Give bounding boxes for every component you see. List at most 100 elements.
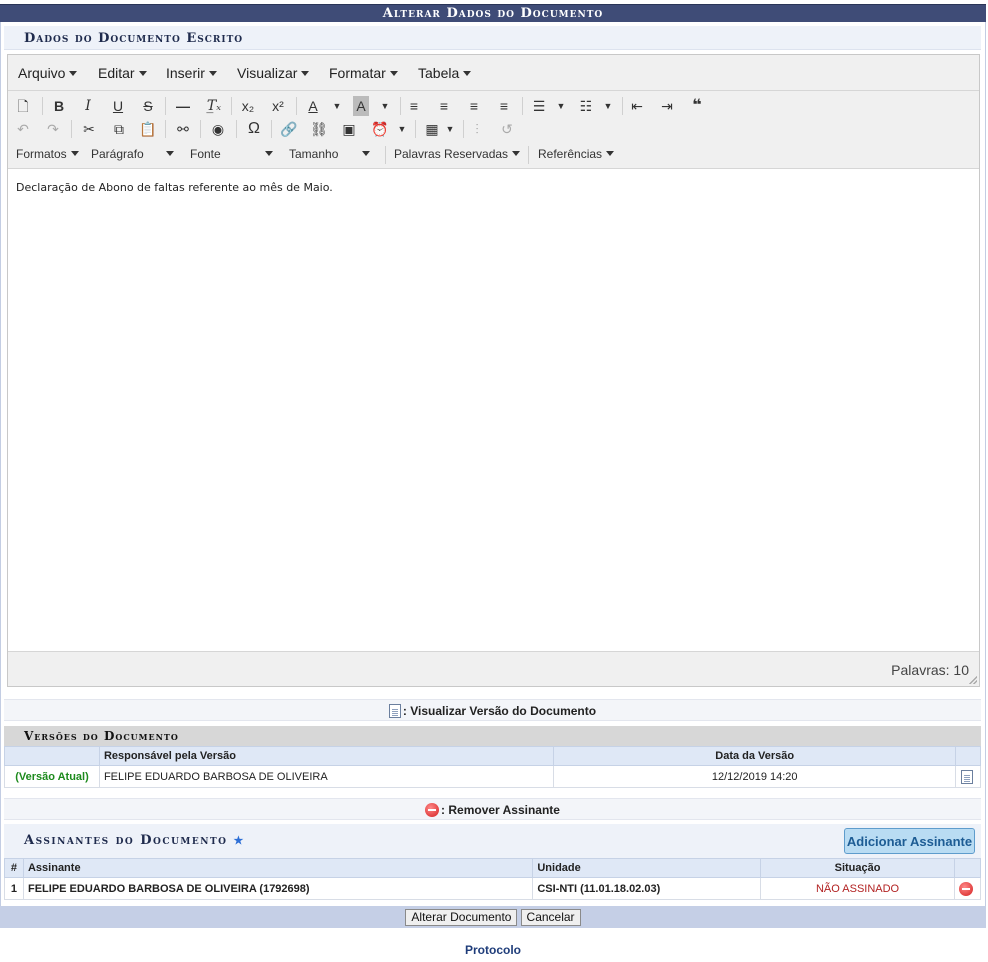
chevron-down-icon[interactable]: ▼ bbox=[439, 119, 461, 139]
rich-text-editor: Arquivo Editar Inserir Visualizar Format… bbox=[7, 54, 980, 687]
new-document-icon[interactable]: 🗋 bbox=[12, 96, 34, 116]
footer-link-protocolo[interactable]: Protocolo bbox=[0, 943, 986, 957]
numbered-list-icon[interactable]: ☷ bbox=[575, 96, 597, 116]
editor-menubar: Arquivo Editar Inserir Visualizar Format… bbox=[8, 55, 979, 91]
word-count: Palavras: 10 bbox=[891, 662, 969, 678]
chevron-down-icon bbox=[70, 151, 79, 156]
version-label: (Versão Atual) bbox=[4, 765, 100, 788]
column-header bbox=[954, 746, 982, 766]
remove-signer-button[interactable] bbox=[953, 877, 982, 900]
table-header-row: Responsável pela Versão Data da Versão bbox=[4, 746, 982, 766]
section-title: Versões do Documento bbox=[24, 729, 179, 743]
dropdown-label: Referências bbox=[538, 147, 603, 161]
toolbar-separator bbox=[622, 97, 623, 115]
find-icon[interactable]: ⚯ bbox=[172, 119, 194, 139]
chevron-down-icon[interactable]: ▼ bbox=[550, 96, 572, 116]
chevron-down-icon bbox=[389, 71, 398, 76]
background-color-icon[interactable]: A bbox=[353, 96, 369, 116]
section-header-versions: Versões do Documento bbox=[4, 726, 981, 746]
text-color-icon[interactable]: A bbox=[302, 96, 324, 116]
dropdown-label: Parágrafo bbox=[91, 147, 144, 161]
unlink-icon[interactable]: ⛓ bbox=[308, 119, 330, 139]
column-header: # bbox=[4, 858, 24, 878]
resize-handle-icon[interactable] bbox=[969, 676, 977, 684]
italic-icon[interactable]: I bbox=[77, 96, 99, 116]
paste-icon[interactable]: 📋 bbox=[137, 119, 159, 139]
view-version-button[interactable] bbox=[954, 765, 982, 788]
datetime-icon[interactable]: ⏰ bbox=[369, 119, 391, 139]
signer-status: NÃO ASSINADO bbox=[760, 877, 955, 900]
toolbar-separator bbox=[165, 120, 166, 138]
menu-editar[interactable]: Editar bbox=[98, 65, 147, 81]
dropdown-palavras-reservadas[interactable]: Palavras Reservadas bbox=[394, 147, 521, 161]
menu-label: Editar bbox=[98, 65, 135, 81]
chevron-down-icon[interactable]: ▼ bbox=[326, 96, 348, 116]
preview-icon[interactable]: ◉ bbox=[207, 119, 229, 139]
superscript-icon[interactable]: x² bbox=[267, 96, 289, 116]
image-icon[interactable]: ▣ bbox=[338, 119, 360, 139]
cancel-button[interactable]: Cancelar bbox=[520, 909, 581, 926]
redo-icon[interactable]: ↷ bbox=[42, 119, 64, 139]
submit-button[interactable]: Alterar Documento bbox=[405, 909, 518, 926]
align-left-icon[interactable]: ≡ bbox=[403, 96, 425, 116]
underline-icon[interactable]: U bbox=[107, 96, 129, 116]
menu-formatar[interactable]: Formatar bbox=[329, 65, 398, 81]
section-header-signers: Assinantes do Documento ★ Adicionar Assin… bbox=[4, 824, 981, 858]
toolbar-separator bbox=[236, 120, 237, 138]
toolbar-separator bbox=[71, 120, 72, 138]
menu-visualizar[interactable]: Visualizar bbox=[237, 65, 310, 81]
chevron-down-icon bbox=[606, 151, 615, 156]
chevron-down-icon bbox=[301, 71, 310, 76]
section-title: Assinantes do Documento ★ bbox=[24, 833, 245, 848]
menu-tabela[interactable]: Tabela bbox=[418, 65, 472, 81]
special-char-icon[interactable]: Ω bbox=[243, 119, 265, 139]
indent-icon[interactable]: ⇥ bbox=[656, 96, 678, 116]
section-title-text: Assinantes do Documento bbox=[24, 833, 228, 848]
versions-table: Responsável pela Versão Data da Versão (… bbox=[4, 746, 982, 788]
column-header bbox=[953, 858, 982, 878]
form-actions: Alterar Documento Cancelar bbox=[0, 906, 986, 928]
dropdown-formatos[interactable]: Formatos bbox=[16, 147, 79, 161]
chevron-down-icon[interactable]: ▼ bbox=[391, 119, 413, 139]
subscript-icon[interactable]: x₂ bbox=[237, 96, 259, 116]
dropdown-fonte[interactable]: Fonte bbox=[190, 147, 273, 161]
align-right-icon[interactable]: ≡ bbox=[463, 96, 485, 116]
clear-format-icon[interactable]: T̲ₓ bbox=[203, 96, 225, 116]
strikethrough-icon[interactable]: S bbox=[137, 96, 159, 116]
copy-icon[interactable]: ⧉ bbox=[108, 119, 130, 139]
toolbar-separator bbox=[522, 97, 523, 115]
legend-text: : Visualizar Versão do Documento bbox=[402, 704, 597, 718]
bullet-list-icon[interactable]: ☰ bbox=[528, 96, 550, 116]
bold-icon[interactable]: B bbox=[48, 96, 70, 116]
editor-content[interactable]: Declaração de Abono de faltas referente … bbox=[16, 181, 333, 194]
restore-icon[interactable]: ↺ bbox=[496, 119, 518, 139]
remove-icon bbox=[425, 803, 440, 817]
align-justify-icon[interactable]: ≡ bbox=[493, 96, 515, 116]
menu-label: Arquivo bbox=[18, 65, 66, 81]
table-row: (Versão Atual) FELIPE EDUARDO BARBOSA DE… bbox=[4, 765, 982, 788]
signer-unit: CSI-NTI (11.01.18.02.03) bbox=[532, 877, 762, 900]
menu-inserir[interactable]: Inserir bbox=[166, 65, 217, 81]
horizontal-line-icon[interactable]: — bbox=[172, 96, 194, 116]
align-center-icon[interactable]: ≡ bbox=[433, 96, 455, 116]
page-break-icon[interactable]: ⫶ bbox=[466, 119, 488, 139]
link-icon[interactable]: 🔗 bbox=[278, 119, 300, 139]
chevron-down-icon bbox=[69, 71, 78, 76]
document-icon bbox=[960, 769, 973, 784]
dropdown-referencias[interactable]: Referências bbox=[538, 147, 615, 161]
chevron-down-icon[interactable]: ▼ bbox=[597, 96, 619, 116]
page-title: Alterar Dados do Documento bbox=[0, 4, 986, 22]
outdent-icon[interactable]: ⇤ bbox=[626, 96, 648, 116]
cut-icon[interactable]: ✂ bbox=[78, 119, 100, 139]
toolbar-separator bbox=[385, 146, 386, 164]
chevron-down-icon[interactable]: ▼ bbox=[374, 96, 396, 116]
document-icon bbox=[388, 704, 401, 718]
menu-arquivo[interactable]: Arquivo bbox=[18, 65, 78, 81]
undo-icon[interactable]: ↶ bbox=[12, 119, 34, 139]
add-signer-button[interactable]: Adicionar Assinante bbox=[844, 828, 975, 854]
dropdown-paragrafo[interactable]: Parágrafo bbox=[91, 147, 174, 161]
remove-icon bbox=[959, 881, 974, 896]
toolbar-separator bbox=[463, 120, 464, 138]
blockquote-icon[interactable]: ❝ bbox=[686, 96, 708, 116]
dropdown-tamanho[interactable]: Tamanho bbox=[289, 147, 371, 161]
